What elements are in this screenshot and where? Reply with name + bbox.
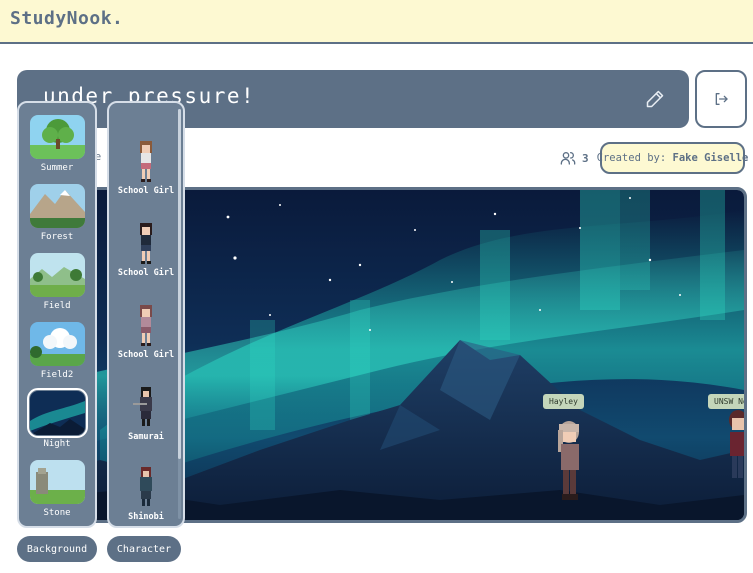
app-logo[interactable]: StudyNook. [10, 8, 123, 29]
background-label: Stone [43, 508, 71, 518]
background-option[interactable]: Summer [19, 115, 95, 173]
creator-name: Fake Giselle [672, 152, 749, 164]
player-name-tag: Hayley [543, 394, 584, 409]
character-label: Shinobi [128, 512, 164, 522]
character-option[interactable]: Shinobi [109, 465, 183, 522]
character-picker: School Girl School Girl School Girl Samu… [107, 101, 185, 528]
forest-thumbnail [29, 184, 85, 228]
background-picker: Summer Forest Field Field2 Night Stone [17, 101, 97, 528]
player-avatar-unsw[interactable] [724, 408, 746, 488]
character-label: Samurai [128, 432, 164, 442]
character-option[interactable]: School Girl [109, 139, 183, 196]
school-girl-sprite [140, 305, 152, 346]
background-label: Summer [40, 163, 74, 173]
stone-thumbnail [29, 460, 85, 504]
background-label: Field [43, 301, 71, 311]
creator-badge: Created by: Fake Giselle [596, 142, 748, 174]
player-avatar-hayley[interactable] [554, 418, 586, 506]
background-option[interactable]: Field [19, 253, 95, 311]
character-option[interactable]: School Girl [109, 303, 183, 360]
leave-room-button[interactable] [695, 70, 747, 128]
background-label: Forest [40, 232, 74, 242]
field2-thumbnail [29, 322, 85, 366]
shinobi-sprite [140, 467, 152, 506]
samurai-sprite [133, 387, 152, 426]
character-label: School Girl [117, 350, 175, 360]
background-option[interactable]: Field2 [19, 322, 95, 380]
school-girl-sprite [140, 223, 152, 264]
summer-thumbnail [29, 115, 85, 159]
night-thumbnail [26, 388, 88, 438]
background-label: Field2 [40, 370, 74, 380]
player-name-tag: UNSW No [708, 394, 744, 409]
pencil-icon[interactable] [645, 89, 665, 109]
background-option[interactable]: Night [19, 388, 95, 449]
character-option[interactable]: Samurai [109, 385, 183, 442]
logout-icon [715, 93, 728, 105]
field-thumbnail [29, 253, 85, 297]
school-girl-sprite [140, 141, 152, 182]
background-option[interactable]: Stone [19, 460, 95, 518]
users-icon [560, 152, 576, 165]
background-option[interactable]: Forest [19, 184, 95, 242]
member-count[interactable]: 3 [560, 148, 589, 168]
character-tab-button[interactable]: Character [107, 536, 181, 562]
character-label: School Girl [117, 186, 175, 196]
background-tab-button[interactable]: Background [17, 536, 97, 562]
creator-label: Created by: [596, 152, 667, 164]
member-count-value: 3 [582, 151, 589, 165]
character-option[interactable]: School Girl [109, 221, 183, 278]
character-label: School Girl [117, 268, 175, 278]
background-label: Night [43, 439, 71, 449]
top-header: StudyNook. [0, 0, 753, 44]
